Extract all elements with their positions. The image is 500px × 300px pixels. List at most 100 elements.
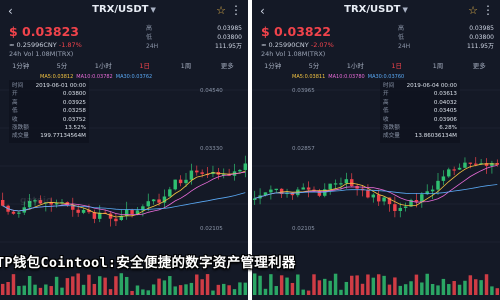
- volume-bar: [457, 284, 462, 295]
- candle-body: [184, 179, 188, 184]
- volume-bar: [312, 274, 316, 295]
- volume-bar: [6, 281, 10, 295]
- volume-bar: [484, 274, 489, 295]
- pair-selector[interactable]: TRX/USDT ▼: [0, 4, 248, 15]
- candle-body: [468, 162, 473, 164]
- volume-bar: [366, 274, 370, 295]
- ma10-line: [254, 165, 498, 203]
- tooltip-value: 0.03800: [62, 91, 86, 98]
- volume-bar: [81, 284, 86, 295]
- stats-panel: 高 0.03985 低 0.03800 24H 111.95万: [398, 24, 494, 52]
- volume-bar: [285, 277, 289, 295]
- interval-tabs: 1分钟 5分 1小时 1日 1周 更多: [0, 60, 248, 70]
- tab-interval[interactable]: 1周: [165, 60, 206, 70]
- tooltip-row: 时间 2019-06-01 00:00: [12, 82, 86, 90]
- tab-interval-active[interactable]: 1日: [124, 60, 165, 70]
- candle-body: [269, 189, 273, 193]
- volume-bar: [425, 273, 429, 295]
- volume-bar: [269, 274, 273, 295]
- tab-interval[interactable]: 更多: [459, 60, 500, 70]
- stat-value: 0.03985: [469, 25, 494, 32]
- candle-body: [441, 176, 446, 181]
- volume-bar: [393, 277, 397, 295]
- volume-bar: [211, 290, 215, 295]
- tooltip-row: 收 0.03906: [383, 116, 457, 124]
- stat-key: 高: [146, 25, 153, 32]
- volume-bar: [27, 275, 32, 295]
- tab-interval[interactable]: 1小时: [335, 60, 376, 70]
- tooltip-row: 开 0.03800: [12, 90, 86, 98]
- tab-interval[interactable]: 更多: [207, 60, 248, 70]
- candle-body: [306, 187, 311, 190]
- volume-bar: [141, 289, 145, 295]
- volume-bar: [403, 284, 408, 295]
- tooltip-key: 开: [383, 91, 389, 98]
- tab-interval[interactable]: 1小时: [83, 60, 124, 70]
- candle-body: [474, 163, 478, 165]
- candle-body: [146, 201, 150, 207]
- stat-key: 24H: [146, 43, 159, 51]
- stat-value: 111.95万: [467, 43, 494, 51]
- volume-bar: [232, 289, 237, 295]
- candle-body: [54, 203, 59, 205]
- tooltip-row: 低 0.03258: [12, 107, 86, 115]
- tooltip-key: 涨跌额: [383, 125, 400, 132]
- volume-bar: [436, 285, 440, 295]
- tooltip-key: 低: [383, 108, 389, 115]
- candle-body: [436, 180, 440, 190]
- volume-bar: [87, 274, 91, 295]
- price-axis-label: 0.03965: [292, 88, 315, 94]
- tab-interval-active[interactable]: 1日: [376, 60, 417, 70]
- candle-body: [274, 188, 278, 190]
- stats-panel: 高 0.03985 低 0.03800 24H 111.95万: [146, 24, 242, 52]
- candle-body: [490, 163, 494, 166]
- volume-bar: [430, 283, 435, 295]
- tooltip-row: 开 0.03613: [383, 90, 457, 98]
- star-icon[interactable]: ☆: [468, 4, 478, 17]
- volume-bar: [238, 282, 242, 295]
- tooltip-value: 0.03925: [62, 99, 86, 106]
- volume-bar: [479, 280, 483, 295]
- chevron-down-icon: ▼: [402, 6, 408, 14]
- price-axis-label: 0.02105: [292, 226, 315, 232]
- candle-body: [344, 179, 349, 184]
- tab-interval[interactable]: 1分钟: [0, 60, 41, 70]
- volume-bar: [355, 275, 359, 295]
- volume-bar: [151, 284, 156, 295]
- volume-bar: [222, 283, 226, 295]
- candle-body: [252, 198, 257, 200]
- tab-interval[interactable]: 1周: [417, 60, 458, 70]
- candle-body: [108, 213, 113, 219]
- tab-interval[interactable]: 5分: [41, 60, 82, 70]
- volume-bar: [452, 281, 456, 295]
- volume-bar: [49, 286, 53, 295]
- pair-selector[interactable]: TRX/USDT ▼: [252, 4, 500, 15]
- tab-interval[interactable]: 5分: [293, 60, 334, 70]
- more-vert-icon[interactable]: ⋮: [230, 3, 242, 17]
- volume-bar: [468, 275, 473, 295]
- candle-body: [371, 194, 376, 198]
- volume-bar: [38, 287, 43, 295]
- stat-row: 24H 111.95万: [398, 42, 494, 51]
- tooltip-row: 涨跌额 13.52%: [12, 124, 86, 132]
- tooltip-row: 高 0.04032: [383, 99, 457, 107]
- tooltip-value: 199.77134564M: [40, 133, 86, 140]
- stat-key: 24H: [398, 43, 411, 51]
- stat-row: 高 0.03985: [398, 24, 494, 33]
- candle-body: [420, 194, 424, 202]
- change-percent: -1.87%: [58, 41, 82, 49]
- volume-bar: [290, 282, 295, 295]
- stat-row: 高 0.03985: [146, 24, 242, 33]
- volume-bar: [279, 275, 284, 295]
- volume-bar: [22, 285, 26, 295]
- volume-bar: [263, 288, 268, 295]
- stat-value: 0.03985: [217, 25, 242, 32]
- volume-bar: [301, 289, 305, 295]
- star-icon[interactable]: ☆: [216, 4, 226, 17]
- candle-body: [173, 179, 177, 190]
- tab-interval[interactable]: 1分钟: [252, 60, 293, 70]
- tooltip-row: 高 0.03925: [12, 99, 86, 107]
- more-vert-icon[interactable]: ⋮: [482, 3, 494, 17]
- candle-body: [457, 167, 462, 170]
- stat-row: 低 0.03800: [398, 33, 494, 42]
